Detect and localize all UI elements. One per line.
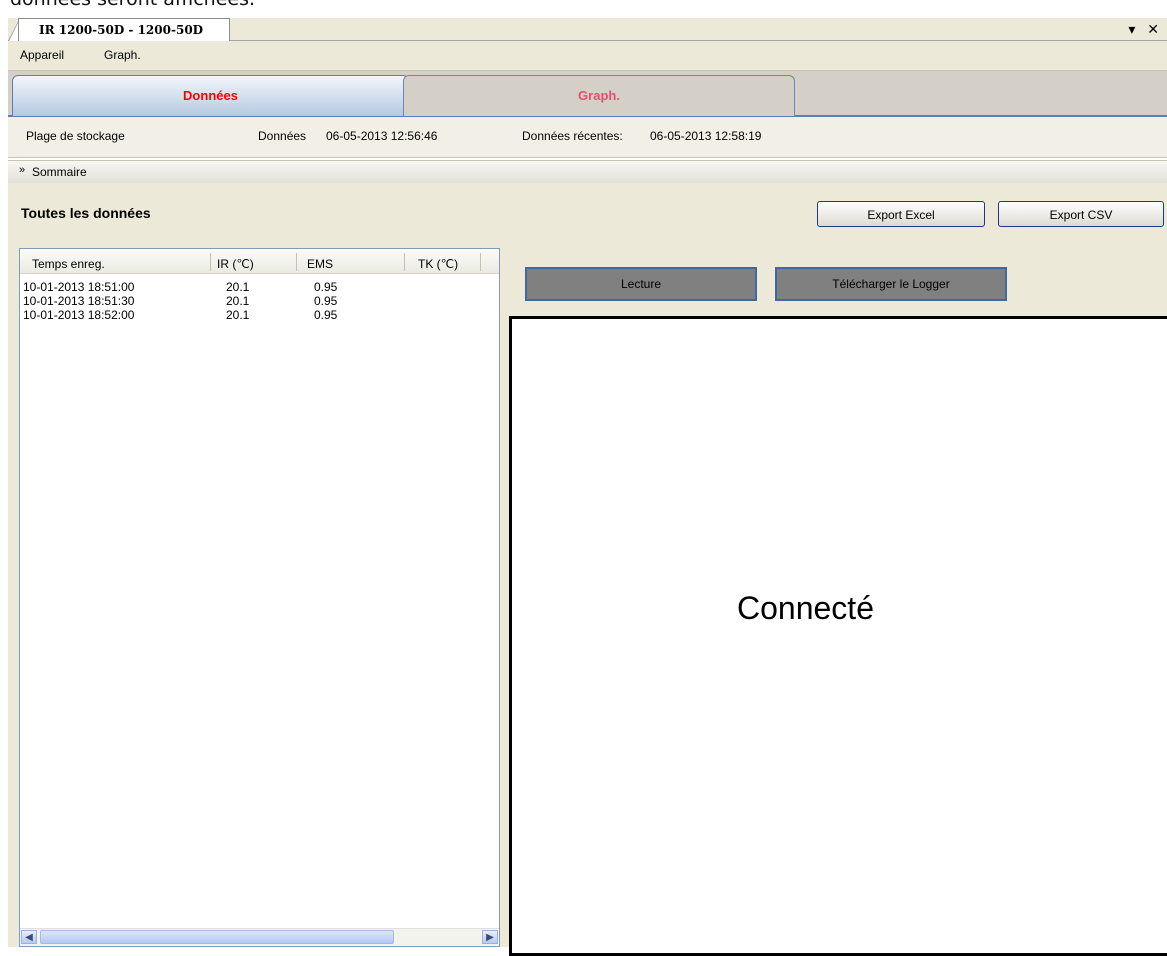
cell-time: 10-01-2013 18:52:00 [23,308,135,322]
column-divider[interactable] [210,253,211,271]
data-timestamp: 06-05-2013 12:56:46 [326,129,438,143]
data-label: Données [258,129,307,143]
storage-range-label: Plage de stockage [26,129,125,143]
document-tab[interactable]: IR 1200-50D - 1200-50D [18,18,230,41]
table-row[interactable]: 10-01-2013 18:51:30 20.1 0.95 [20,294,499,309]
tab-graph[interactable]: Graph. [403,75,795,116]
column-divider[interactable] [296,253,297,271]
column-divider[interactable] [480,253,481,271]
menu-bar: Appareil Graph. [8,41,1167,71]
connection-status: Connecté [737,590,874,626]
download-logger-button[interactable]: Télécharger le Logger [775,267,1007,301]
cell-time: 10-01-2013 18:51:00 [23,280,135,294]
column-header-tk[interactable]: TK (℃) [418,257,458,271]
list-header: Temps enreg. IR (℃) EMS TK (℃) [20,249,499,274]
scroll-left-icon[interactable]: ◀ [21,930,37,944]
menu-item-graph[interactable]: Graph. [104,48,141,62]
recent-data-label: Données récentes: [522,129,623,143]
column-header-time[interactable]: Temps enreg. [32,257,105,271]
cell-ir: 20.1 [226,280,250,294]
cell-ems: 0.95 [314,294,338,308]
column-header-ir[interactable]: IR (℃) [217,257,254,271]
cell-ir: 20.1 [226,308,250,322]
column-divider[interactable] [404,253,405,271]
cell-ems: 0.95 [314,308,338,322]
table-row[interactable]: 10-01-2013 18:51:00 20.1 0.95 [20,280,499,295]
summary-label: Sommaire [32,165,87,179]
export-csv-button[interactable]: Export CSV [998,201,1164,227]
scrollbar-thumb[interactable] [40,930,394,944]
scroll-right-icon[interactable]: ▶ [482,930,498,944]
cell-ems: 0.95 [314,280,338,294]
double-chevron-down-icon: » [19,164,26,176]
storage-info-bar: Plage de stockage Données 06-05-2013 12:… [8,117,1167,158]
data-list-view[interactable]: Temps enreg. IR (℃) EMS TK (℃) 10-01-201… [19,248,500,947]
summary-toggle[interactable]: » Sommaire [8,160,1167,184]
section-title: Toutes les données [21,205,151,221]
menu-item-appareil[interactable]: Appareil [20,48,64,62]
read-button[interactable]: Lecture [525,267,757,301]
status-display-panel [509,316,1167,956]
horizontal-scrollbar[interactable]: ◀ ▶ [20,928,499,946]
clipped-document-text: données seront affichées. [10,0,255,10]
table-row[interactable]: 10-01-2013 18:52:00 20.1 0.95 [20,308,499,323]
cell-ir: 20.1 [226,294,250,308]
column-header-ems[interactable]: EMS [307,257,333,271]
main-tab-strip: Données Graph. [8,71,1167,117]
export-excel-button[interactable]: Export Excel [817,201,985,227]
window-controls[interactable]: ▾ ✕ [1128,18,1163,40]
cell-time: 10-01-2013 18:51:30 [23,294,135,308]
recent-data-timestamp: 06-05-2013 12:58:19 [650,129,762,143]
tab-donnees[interactable]: Données [12,75,409,116]
